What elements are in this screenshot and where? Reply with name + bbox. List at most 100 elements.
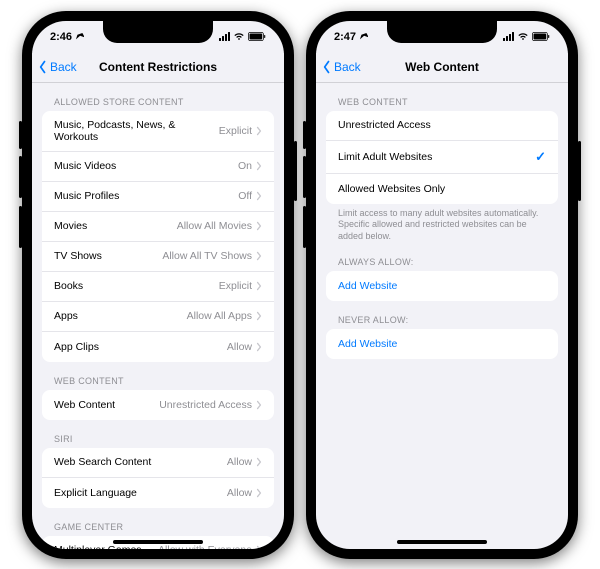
chevron-right-icon xyxy=(256,221,262,231)
row-label: Web Search Content xyxy=(54,456,151,468)
chevron-right-icon xyxy=(256,342,262,352)
home-indicator[interactable] xyxy=(113,540,203,544)
row-web-content[interactable]: Web Content Unrestricted Access xyxy=(42,390,274,420)
row-apps[interactable]: Apps Allow All Apps xyxy=(42,302,274,332)
section-header-gamecenter: GAME CENTER xyxy=(32,508,284,536)
row-value: Allow xyxy=(227,341,252,353)
location-icon xyxy=(75,32,84,41)
row-value: Allow xyxy=(227,487,252,499)
nav-bar: Back Web Content xyxy=(316,53,568,83)
phone-right: 2:47 Back Web Content WEB CONTENT Unrest… xyxy=(306,11,578,559)
checkmark-icon: ✓ xyxy=(535,149,546,165)
section-footer-webcontent: Limit access to many adult websites auto… xyxy=(316,204,568,243)
chevron-right-icon xyxy=(256,281,262,291)
section-header-store: ALLOWED STORE CONTENT xyxy=(32,83,284,111)
location-icon xyxy=(359,32,368,41)
notch xyxy=(387,21,497,43)
row-value: Allow All Apps xyxy=(187,310,252,322)
silent-switch xyxy=(19,121,22,149)
page-title: Content Restrictions xyxy=(99,60,217,74)
back-label: Back xyxy=(50,60,77,74)
row-appclips[interactable]: App Clips Allow xyxy=(42,332,274,362)
power-button xyxy=(294,141,297,201)
row-tvshows[interactable]: TV Shows Allow All TV Shows xyxy=(42,242,274,272)
row-value: Allow with Everyone xyxy=(158,544,252,549)
row-add-website-never[interactable]: Add Website xyxy=(326,329,558,359)
group-never: Add Website xyxy=(326,329,558,359)
row-unrestricted[interactable]: Unrestricted Access xyxy=(326,111,558,141)
group-siri: Web Search Content Allow Explicit Langua… xyxy=(42,448,274,508)
row-label: Music Videos xyxy=(54,160,116,172)
row-music-profiles[interactable]: Music Profiles Off xyxy=(42,182,274,212)
row-allowed-only[interactable]: Allowed Websites Only xyxy=(326,174,558,204)
row-value: Unrestricted Access xyxy=(159,399,252,411)
row-label: Add Website xyxy=(338,280,397,292)
back-button[interactable]: Back xyxy=(32,60,77,74)
section-header-never: NEVER ALLOW: xyxy=(316,301,568,329)
home-indicator[interactable] xyxy=(397,540,487,544)
chevron-right-icon xyxy=(256,400,262,410)
phone-left: 2:46 Back Content Restrictions ALLOWED S… xyxy=(22,11,294,559)
battery-icon xyxy=(248,32,266,41)
row-label: Add Website xyxy=(338,338,397,350)
wifi-icon xyxy=(517,32,529,41)
chevron-right-icon xyxy=(256,545,262,549)
nav-bar: Back Content Restrictions xyxy=(32,53,284,83)
row-label: Multiplayer Games xyxy=(54,544,142,549)
row-explicit-lang[interactable]: Explicit Language Allow xyxy=(42,478,274,508)
settings-content[interactable]: WEB CONTENT Unrestricted Access Limit Ad… xyxy=(316,83,568,549)
row-label: Movies xyxy=(54,220,87,232)
row-books[interactable]: Books Explicit xyxy=(42,272,274,302)
volume-down xyxy=(19,206,22,248)
row-label: App Clips xyxy=(54,341,99,353)
wifi-icon xyxy=(233,32,245,41)
row-web-search[interactable]: Web Search Content Allow xyxy=(42,448,274,478)
cellular-icon xyxy=(219,32,230,41)
back-label: Back xyxy=(334,60,361,74)
chevron-left-icon xyxy=(322,60,332,74)
row-label: Explicit Language xyxy=(54,487,137,499)
settings-content[interactable]: ALLOWED STORE CONTENT Music, Podcasts, N… xyxy=(32,83,284,549)
row-music-podcasts[interactable]: Music, Podcasts, News, & Workouts Explic… xyxy=(42,111,274,152)
volume-up xyxy=(19,156,22,198)
row-value: Allow All Movies xyxy=(177,220,252,232)
power-button xyxy=(578,141,581,201)
row-add-website-always[interactable]: Add Website xyxy=(326,271,558,301)
row-label: Limit Adult Websites xyxy=(338,151,432,163)
status-time: 2:47 xyxy=(334,31,356,43)
group-store: Music, Podcasts, News, & Workouts Explic… xyxy=(42,111,274,362)
status-time: 2:46 xyxy=(50,31,72,43)
cellular-icon xyxy=(503,32,514,41)
chevron-left-icon xyxy=(38,60,48,74)
section-header-web: WEB CONTENT xyxy=(32,362,284,390)
row-label: Music, Podcasts, News, & Workouts xyxy=(54,119,219,143)
chevron-right-icon xyxy=(256,311,262,321)
row-label: Books xyxy=(54,280,83,292)
section-header-siri: SIRI xyxy=(32,420,284,448)
chevron-right-icon xyxy=(256,488,262,498)
group-webcontent: Unrestricted Access Limit Adult Websites… xyxy=(326,111,558,204)
row-music-videos[interactable]: Music Videos On xyxy=(42,152,274,182)
volume-down xyxy=(303,206,306,248)
row-value: Allow xyxy=(227,456,252,468)
group-always: Add Website xyxy=(326,271,558,301)
row-label: Apps xyxy=(54,310,78,322)
chevron-right-icon xyxy=(256,161,262,171)
volume-up xyxy=(303,156,306,198)
back-button[interactable]: Back xyxy=(316,60,361,74)
row-label: Unrestricted Access xyxy=(338,119,431,131)
chevron-right-icon xyxy=(256,251,262,261)
row-movies[interactable]: Movies Allow All Movies xyxy=(42,212,274,242)
chevron-right-icon xyxy=(256,126,262,136)
battery-icon xyxy=(532,32,550,41)
chevron-right-icon xyxy=(256,457,262,467)
row-value: Allow All TV Shows xyxy=(162,250,252,262)
section-header-webcontent: WEB CONTENT xyxy=(316,83,568,111)
row-label: Web Content xyxy=(54,399,115,411)
group-web: Web Content Unrestricted Access xyxy=(42,390,274,420)
row-label: Allowed Websites Only xyxy=(338,183,445,195)
row-limit-adult[interactable]: Limit Adult Websites ✓ xyxy=(326,141,558,174)
row-value: Explicit xyxy=(219,280,252,292)
silent-switch xyxy=(303,121,306,149)
row-value: Explicit xyxy=(219,125,252,137)
